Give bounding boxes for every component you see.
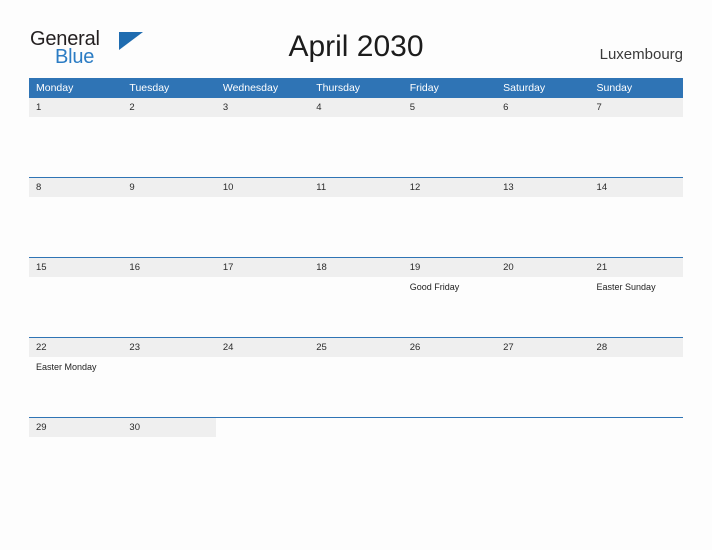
calendar-cell-empty bbox=[496, 417, 590, 451]
day-number: 17 bbox=[215, 258, 310, 277]
weekday-header-saturday: Saturday bbox=[496, 78, 590, 98]
calendar-day-cell[interactable]: 19 Good Friday bbox=[402, 257, 497, 338]
calendar-day-cell[interactable]: 2 bbox=[122, 98, 216, 178]
calendar-day-cell[interactable]: 16 bbox=[122, 257, 216, 338]
calendar-day-cell[interactable]: 5 bbox=[402, 98, 497, 178]
day-number: 25 bbox=[309, 338, 403, 357]
day-number: 10 bbox=[215, 178, 310, 197]
calendar-week-row: 22 Easter Monday 23 24 25 26 27 28 bbox=[29, 337, 683, 418]
calendar-cell-empty bbox=[589, 417, 683, 451]
calendar-day-cell[interactable]: 21 Easter Sunday bbox=[589, 257, 683, 338]
day-number: 14 bbox=[589, 178, 683, 197]
calendar-day-cell[interactable]: 8 bbox=[29, 177, 123, 258]
day-number: 7 bbox=[589, 98, 683, 117]
day-number: 1 bbox=[29, 98, 123, 117]
day-number: 5 bbox=[402, 98, 497, 117]
calendar-day-cell[interactable]: 18 bbox=[309, 257, 403, 338]
calendar-day-cell[interactable]: 20 bbox=[496, 257, 590, 338]
calendar-day-cell[interactable]: 25 bbox=[309, 337, 403, 418]
holiday-label: Easter Sunday bbox=[596, 282, 656, 292]
weekday-header-friday: Friday bbox=[402, 78, 497, 98]
calendar-header-row: Monday Tuesday Wednesday Thursday Friday Satu… bbox=[29, 78, 683, 98]
day-number: 29 bbox=[29, 418, 123, 437]
day-number: 6 bbox=[496, 98, 590, 117]
day-number: 20 bbox=[496, 258, 590, 277]
day-events: Easter Sunday bbox=[590, 277, 683, 293]
weekday-header-wednesday: Wednesday bbox=[215, 78, 310, 98]
calendar-day-cell[interactable]: 29 bbox=[29, 417, 123, 451]
weekday-header-monday: Monday bbox=[29, 78, 123, 98]
calendar-cell-empty bbox=[402, 417, 497, 451]
calendar-page: General Blue April 2030 Luxembourg Monda… bbox=[0, 0, 712, 550]
day-number: 9 bbox=[122, 178, 216, 197]
calendar-day-cell[interactable]: 22 Easter Monday bbox=[29, 337, 123, 418]
day-number: 18 bbox=[309, 258, 403, 277]
calendar-week-row: 29 30 bbox=[29, 417, 683, 451]
calendar-day-cell[interactable]: 7 bbox=[589, 98, 683, 178]
calendar-week-row: 8 9 10 11 12 13 14 bbox=[29, 177, 683, 258]
day-number: 11 bbox=[309, 178, 403, 197]
weekday-header-thursday: Thursday bbox=[309, 78, 403, 98]
day-number: 22 bbox=[29, 338, 123, 357]
day-events: Easter Monday bbox=[29, 357, 122, 373]
calendar-week-row: 15 16 17 18 19 Good Friday 20 21 Easter Sunday bbox=[29, 257, 683, 338]
day-number: 30 bbox=[122, 418, 216, 437]
calendar-cell-empty bbox=[309, 417, 403, 451]
calendar-day-cell[interactable]: 14 bbox=[589, 177, 683, 258]
country-label: Luxembourg bbox=[599, 46, 683, 63]
weekday-header-sunday: Sunday bbox=[589, 78, 683, 98]
day-number: 27 bbox=[496, 338, 590, 357]
day-number: 16 bbox=[122, 258, 216, 277]
calendar-day-cell[interactable]: 10 bbox=[215, 177, 310, 258]
calendar-cell-empty bbox=[215, 417, 310, 451]
calendar-day-cell[interactable]: 23 bbox=[122, 337, 216, 418]
calendar-day-cell[interactable]: 28 bbox=[589, 337, 683, 418]
calendar-day-cell[interactable]: 30 bbox=[122, 417, 216, 451]
day-number: 3 bbox=[215, 98, 310, 117]
day-number: 26 bbox=[402, 338, 497, 357]
day-number: 12 bbox=[402, 178, 497, 197]
day-number: 28 bbox=[589, 338, 683, 357]
day-number: 4 bbox=[309, 98, 403, 117]
calendar-day-cell[interactable]: 11 bbox=[309, 177, 403, 258]
calendar-day-cell[interactable]: 4 bbox=[309, 98, 403, 178]
calendar-day-cell[interactable]: 9 bbox=[122, 177, 216, 258]
calendar-day-cell[interactable]: 26 bbox=[402, 337, 497, 418]
weekday-header-tuesday: Tuesday bbox=[122, 78, 216, 98]
calendar-day-cell[interactable]: 3 bbox=[215, 98, 310, 178]
calendar-week-row: 1234567 bbox=[29, 98, 683, 178]
day-number bbox=[216, 418, 309, 437]
day-number: 13 bbox=[496, 178, 590, 197]
calendar-day-cell[interactable]: 24 bbox=[215, 337, 310, 418]
calendar-day-cell[interactable]: 1 bbox=[29, 98, 123, 178]
page-header: General Blue April 2030 Luxembourg bbox=[0, 0, 712, 76]
day-number bbox=[496, 418, 589, 437]
calendar-day-cell[interactable]: 12 bbox=[402, 177, 497, 258]
calendar-day-cell[interactable]: 6 bbox=[496, 98, 590, 178]
calendar-body: 1 2 3 4 5 6 7 8 9 10 11 12 13 14 15 16 17 18 19 Good Friday… bbox=[29, 98, 683, 451]
day-number: 15 bbox=[29, 258, 123, 277]
holiday-label: Good Friday bbox=[409, 282, 460, 292]
calendar-day-cell[interactable]: 17 bbox=[215, 257, 310, 338]
day-number: 21 bbox=[589, 258, 683, 277]
calendar-table: Monday Tuesday Wednesday Thursday Friday Satu… bbox=[29, 78, 683, 451]
calendar-day-cell[interactable]: 13 bbox=[496, 177, 590, 258]
calendar-day-cell[interactable]: 27 bbox=[496, 337, 590, 418]
calendar-container: Monday Tuesday Wednesday Thursday Friday Satu… bbox=[29, 78, 683, 451]
calendar-day-cell[interactable]: 15 bbox=[29, 257, 123, 338]
day-number bbox=[403, 418, 496, 437]
day-events: Good Friday bbox=[403, 277, 496, 293]
day-number: 23 bbox=[122, 338, 216, 357]
day-number: 8 bbox=[29, 178, 123, 197]
day-number bbox=[590, 418, 683, 437]
day-number: 24 bbox=[215, 338, 310, 357]
day-number: 2 bbox=[122, 98, 216, 117]
day-number: 19 bbox=[402, 258, 497, 277]
day-number bbox=[309, 418, 402, 437]
holiday-label: Easter Monday bbox=[36, 362, 97, 372]
